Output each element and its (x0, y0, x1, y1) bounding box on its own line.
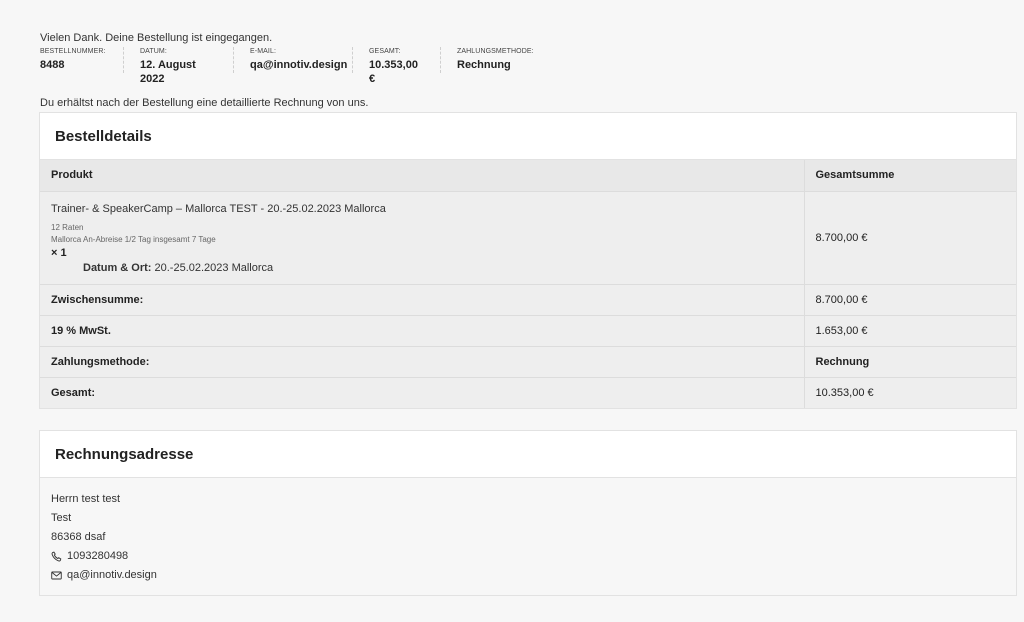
overview-label: Bestellnummer: (40, 48, 106, 55)
table-row: 19 % MwSt. 1.653,00 € (40, 315, 1016, 347)
overview-value: 10.353,00 € (369, 59, 418, 85)
product-meta-travel: Mallorca An-Abreise 1/2 Tag insgesamt 7 … (51, 234, 216, 244)
overview-order-number: Bestellnummer: 8488 (40, 47, 123, 73)
table-row: Gesamt: 10.353,00 € (40, 377, 1016, 408)
overview-value: 8488 (40, 59, 65, 71)
product-name: Trainer- & SpeakerCamp – Mallorca TEST -… (51, 202, 386, 215)
table-row: Trainer- & SpeakerCamp – Mallorca TEST -… (40, 191, 1016, 285)
table-row: Zwischensumme: 8.700,00 € (40, 284, 1016, 316)
table-row: Zahlungsmethode: Rechnung (40, 346, 1016, 378)
billing-email-line: qa@innotiv.design (51, 566, 1005, 585)
invoice-note: Du erhältst nach der Bestellung eine det… (40, 97, 369, 109)
billing-phone-line: 1093280498 (51, 547, 1005, 566)
billing-city: 86368 dsaf (51, 531, 106, 543)
order-details-title: Bestelldetails (40, 113, 1016, 160)
overview-payment-method: Zahlungsmethode: Rechnung (440, 47, 550, 73)
billing-address: Herrn test test Test 86368 dsaf 10932804… (40, 478, 1016, 595)
overview-label: Zahlungsmethode: (457, 48, 534, 55)
product-date-label: Datum & Ort: (83, 261, 152, 274)
overview-value: Rechnung (457, 59, 511, 71)
tax-label: 19 % MwSt. (40, 315, 804, 347)
column-header-total: Gesamtsumme (803, 160, 1016, 192)
phone-icon (51, 551, 62, 562)
overview-date: Datum: 12. August 2022 (123, 47, 233, 85)
overview-value: 12. August 2022 (140, 59, 196, 85)
billing-name: Herrn test test (51, 493, 121, 505)
order-details-card: Bestelldetails Produkt Gesamtsumme Train… (39, 112, 1017, 409)
billing-company: Test (51, 512, 72, 524)
overview-label: E-Mail: (250, 48, 276, 55)
product-total: 8.700,00 € (803, 191, 1016, 285)
thanks-message: Vielen Dank. Deine Bestellung ist eingeg… (40, 32, 273, 44)
subtotal-label: Zwischensumme: (40, 284, 804, 316)
grand-total-label: Gesamt: (40, 377, 804, 408)
overview-label: Gesamt: (369, 48, 401, 55)
envelope-icon (51, 571, 62, 580)
payment-method-value: Rechnung (803, 346, 1016, 378)
product-date-value: 20.-25.02.2023 Mallorca (154, 261, 274, 274)
overview-label: Datum: (140, 48, 167, 55)
billing-address-card: Rechnungsadresse Herrn test test Test 86… (39, 430, 1017, 596)
overview-email: E-Mail: qa@innotiv.design (233, 47, 352, 73)
billing-phone[interactable]: 1093280498 (67, 547, 128, 566)
product-quantity: × 1 (51, 246, 67, 259)
product-meta-installments: 12 Raten (51, 222, 84, 232)
billing-email[interactable]: qa@innotiv.design (67, 566, 157, 585)
overview-value: qa@innotiv.design (250, 59, 348, 71)
tax-value: 1.653,00 € (803, 315, 1016, 347)
order-overview: Bestellnummer: 8488 Datum: 12. August 20… (40, 47, 550, 85)
subtotal-value: 8.700,00 € (803, 284, 1016, 316)
order-details-table: Produkt Gesamtsumme Trainer- & SpeakerCa… (40, 160, 1016, 408)
product-cell: Trainer- & SpeakerCamp – Mallorca TEST -… (40, 191, 804, 285)
billing-address-title: Rechnungsadresse (40, 431, 1016, 478)
table-header-row: Produkt Gesamtsumme (40, 160, 1016, 192)
product-date-location: Datum & Ort: 20.-25.02.2023 Mallorca (51, 262, 793, 274)
order-confirmation-page: Vielen Dank. Deine Bestellung ist eingeg… (0, 0, 1024, 622)
overview-total: Gesamt: 10.353,00 € (352, 47, 440, 85)
payment-method-label: Zahlungsmethode: (40, 346, 804, 378)
grand-total-value: 10.353,00 € (803, 377, 1016, 408)
column-header-product: Produkt (40, 160, 804, 192)
